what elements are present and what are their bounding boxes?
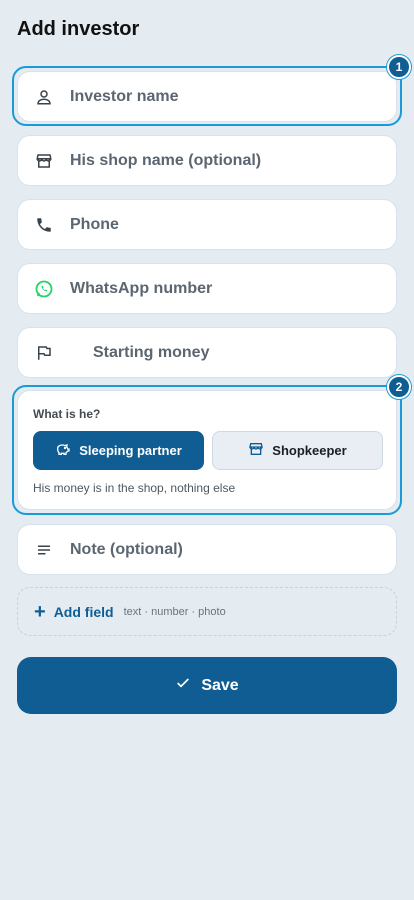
highlight-2	[12, 385, 402, 515]
add-field-label: Add field	[53, 603, 114, 620]
add-field-hint: text · number · photo	[123, 605, 226, 618]
whatsapp-icon	[18, 279, 70, 299]
storefront-icon	[18, 152, 70, 170]
note-field[interactable]: Note (optional)	[17, 524, 397, 575]
whatsapp-field[interactable]: WhatsApp number	[17, 263, 397, 314]
step-badge-1: 1	[387, 55, 411, 79]
starting-money-field[interactable]: Starting money	[17, 327, 397, 378]
note-placeholder: Note (optional)	[70, 540, 183, 558]
flag-icon	[18, 344, 70, 362]
save-button[interactable]: Save	[17, 657, 397, 714]
phone-field[interactable]: Phone	[17, 199, 397, 250]
shop-name-field[interactable]: His shop name (optional)	[17, 135, 397, 186]
shop-name-placeholder: His shop name (optional)	[70, 151, 262, 169]
whatsapp-placeholder: WhatsApp number	[70, 279, 213, 297]
page-title: Add investor	[17, 18, 140, 40]
phone-icon	[18, 216, 70, 234]
plus-icon: +	[34, 600, 46, 623]
highlight-1	[12, 66, 402, 126]
notes-icon	[18, 541, 70, 559]
starting-money-placeholder: Starting money	[93, 343, 210, 361]
phone-placeholder: Phone	[70, 215, 119, 233]
step-badge-2: 2	[387, 375, 411, 399]
check-icon	[175, 675, 191, 696]
add-field-button[interactable]: + Add field text · number · photo	[17, 587, 397, 636]
save-label: Save	[201, 676, 239, 694]
